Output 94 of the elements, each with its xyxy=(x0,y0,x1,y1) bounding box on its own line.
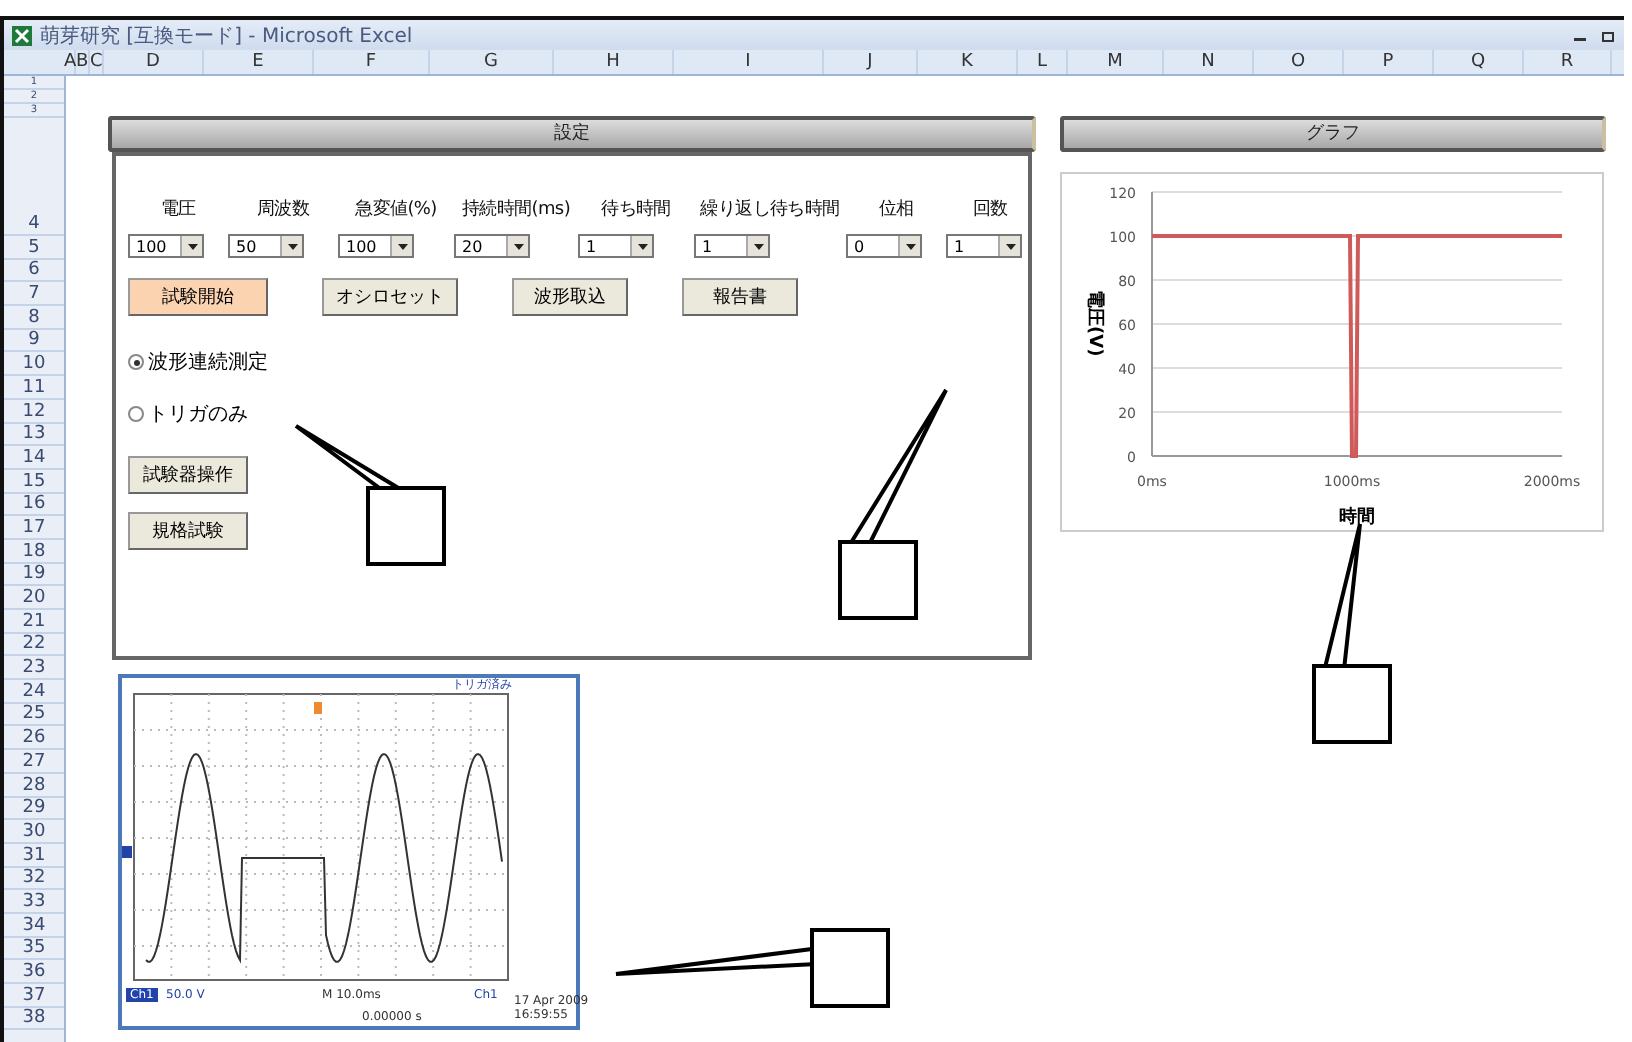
row-header[interactable]: 15 xyxy=(4,469,64,494)
row-header[interactable]: 12 xyxy=(4,399,64,423)
axis-title: 電圧(V) xyxy=(1084,290,1104,357)
field-label: 電圧 xyxy=(160,197,196,222)
row-header[interactable]: 32 xyxy=(4,867,64,891)
row-header[interactable]: 25 xyxy=(4,703,64,727)
row-header[interactable]: 23 xyxy=(4,656,64,681)
field-label: 持続時間(ms) xyxy=(461,197,571,222)
dropdown[interactable]: 20 xyxy=(454,234,530,258)
column-header[interactable]: J xyxy=(824,50,918,74)
field-label: 待ち時間 xyxy=(601,197,671,222)
caret-icon xyxy=(637,243,647,249)
row-header[interactable]: 31 xyxy=(4,843,64,868)
row-header[interactable]: 29 xyxy=(4,797,64,821)
restore-icon[interactable] xyxy=(1602,29,1616,41)
window-title: 萌芽研究 [互換モード] - Microsoft Excel xyxy=(40,23,413,49)
row-header[interactable]: 17 xyxy=(4,516,64,540)
row-header[interactable]: 18 xyxy=(4,539,64,564)
caret-icon xyxy=(1005,243,1015,249)
column-header[interactable]: N xyxy=(1164,50,1254,74)
field-label: 繰り返し待ち時間 xyxy=(700,197,840,222)
caret-icon xyxy=(905,243,915,249)
panel-title: 設定 xyxy=(108,116,1036,152)
caret-icon xyxy=(513,243,523,249)
caret-icon xyxy=(187,243,197,249)
column-header[interactable]: O xyxy=(1254,50,1344,74)
column-header[interactable]: C xyxy=(90,50,104,74)
row-header[interactable]: 30 xyxy=(4,820,64,844)
column-header[interactable]: G xyxy=(430,50,554,74)
dropdown[interactable]: 1 xyxy=(578,234,654,258)
field-label: 位相 xyxy=(878,197,914,222)
column-header[interactable]: D xyxy=(104,50,204,74)
dropdown[interactable]: 100 xyxy=(128,234,204,258)
column-header[interactable]: A xyxy=(64,50,76,74)
row-header[interactable]: 38 xyxy=(4,1007,64,1031)
row-header[interactable]: 33 xyxy=(4,890,64,914)
row-header[interactable]: 11 xyxy=(4,376,64,400)
column-header[interactable]: H xyxy=(554,50,674,74)
row-header[interactable]: 16 xyxy=(4,493,64,517)
action-button[interactable]: 波形取込 xyxy=(512,278,628,316)
row-header[interactable]: 8 xyxy=(4,306,64,330)
field-label: 周波数 xyxy=(256,197,310,222)
column-header[interactable]: F xyxy=(314,50,430,74)
row-header[interactable]: 5 xyxy=(4,236,64,260)
row-header[interactable]: 7 xyxy=(4,282,64,307)
dropdown[interactable]: 0 xyxy=(846,234,922,258)
panel-title: グラフ xyxy=(1060,116,1606,152)
action-button[interactable]: 規格試験 xyxy=(128,512,248,550)
action-button[interactable]: 試験器操作 xyxy=(128,456,248,494)
column-header[interactable]: B xyxy=(76,50,90,74)
row-header[interactable]: 26 xyxy=(4,726,64,751)
row-header[interactable]: 34 xyxy=(4,913,64,938)
dropdown[interactable]: 100 xyxy=(338,234,414,258)
column-header[interactable]: I xyxy=(674,50,824,74)
caret-icon xyxy=(287,243,297,249)
row-header[interactable]: 9 xyxy=(4,329,64,353)
column-header[interactable]: L xyxy=(1018,50,1068,74)
column-header[interactable]: R xyxy=(1524,50,1612,74)
row-header[interactable]: 35 xyxy=(4,937,64,961)
action-button[interactable]: 試験開始 xyxy=(128,278,268,316)
row-header[interactable]: 28 xyxy=(4,773,64,797)
row-header[interactable]: 24 xyxy=(4,680,64,704)
row-header[interactable]: 21 xyxy=(4,610,64,634)
row-header[interactable]: 14 xyxy=(4,446,64,470)
radio-label[interactable]: 波形連続測定 xyxy=(148,348,268,376)
row-header[interactable]: 10 xyxy=(4,352,64,377)
field-label: 急変値(%) xyxy=(355,197,437,222)
column-header[interactable]: E xyxy=(204,50,314,74)
axis-title: 時間 xyxy=(1339,508,1375,528)
column-header[interactable]: K xyxy=(918,50,1018,74)
row-header[interactable]: 4 xyxy=(4,118,64,236)
field-label: 回数 xyxy=(972,197,1008,222)
action-button[interactable]: オシロセット xyxy=(322,278,458,316)
caret-icon xyxy=(397,243,407,249)
row-header[interactable]: 13 xyxy=(4,423,64,447)
radio-label[interactable]: トリガのみ xyxy=(148,400,248,428)
dropdown[interactable]: 50 xyxy=(228,234,304,258)
caret-icon xyxy=(753,243,763,249)
radio-button[interactable] xyxy=(128,354,144,370)
row-header[interactable]: 22 xyxy=(4,633,64,657)
column-header[interactable]: P xyxy=(1344,50,1434,74)
row-header[interactable]: 20 xyxy=(4,586,64,610)
row-header[interactable]: 27 xyxy=(4,750,64,774)
dropdown[interactable]: 1 xyxy=(946,234,1022,258)
dropdown[interactable]: 1 xyxy=(694,234,770,258)
radio-button[interactable] xyxy=(128,406,144,422)
row-header[interactable]: 36 xyxy=(4,960,64,984)
row-header[interactable]: 37 xyxy=(4,984,64,1008)
column-header[interactable]: M xyxy=(1068,50,1164,74)
row-header[interactable]: 19 xyxy=(4,563,64,587)
column-header[interactable]: Q xyxy=(1434,50,1524,74)
action-button[interactable]: 報告書 xyxy=(682,278,798,316)
spreadsheet-app-icon xyxy=(12,25,32,45)
row-header[interactable]: 6 xyxy=(4,259,64,283)
